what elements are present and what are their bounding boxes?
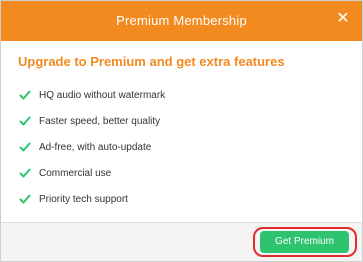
feature-label: HQ audio without watermark: [39, 89, 166, 101]
dialog-content: Upgrade to Premium and get extra feature…: [1, 41, 362, 225]
feature-list: HQ audio without watermark Faster speed,…: [19, 82, 165, 212]
feature-item: HQ audio without watermark: [19, 82, 165, 108]
feature-item: Priority tech support: [19, 186, 165, 212]
dialog-footer: Get Premium: [1, 222, 362, 261]
feature-item: Faster speed, better quality: [19, 108, 165, 134]
check-icon: [19, 90, 31, 100]
feature-label: Commercial use: [39, 167, 112, 179]
check-icon: [19, 194, 31, 204]
premium-dialog: Premium Membership ✕ Upgrade to Premium …: [0, 0, 363, 262]
get-premium-button[interactable]: Get Premium: [260, 231, 349, 253]
check-icon: [19, 116, 31, 126]
close-button[interactable]: ✕: [334, 10, 352, 28]
dialog-titlebar: Premium Membership ✕: [1, 1, 362, 41]
close-icon: ✕: [336, 10, 350, 27]
feature-label: Priority tech support: [39, 193, 128, 205]
feature-item: Commercial use: [19, 160, 165, 186]
feature-label: Faster speed, better quality: [39, 115, 161, 127]
upgrade-headline: Upgrade to Premium and get extra feature…: [18, 54, 285, 69]
check-icon: [19, 142, 31, 152]
dialog-title: Premium Membership: [116, 13, 247, 28]
feature-label: Ad-free, with auto-update: [39, 141, 152, 153]
feature-item: Ad-free, with auto-update: [19, 134, 165, 160]
check-icon: [19, 168, 31, 178]
